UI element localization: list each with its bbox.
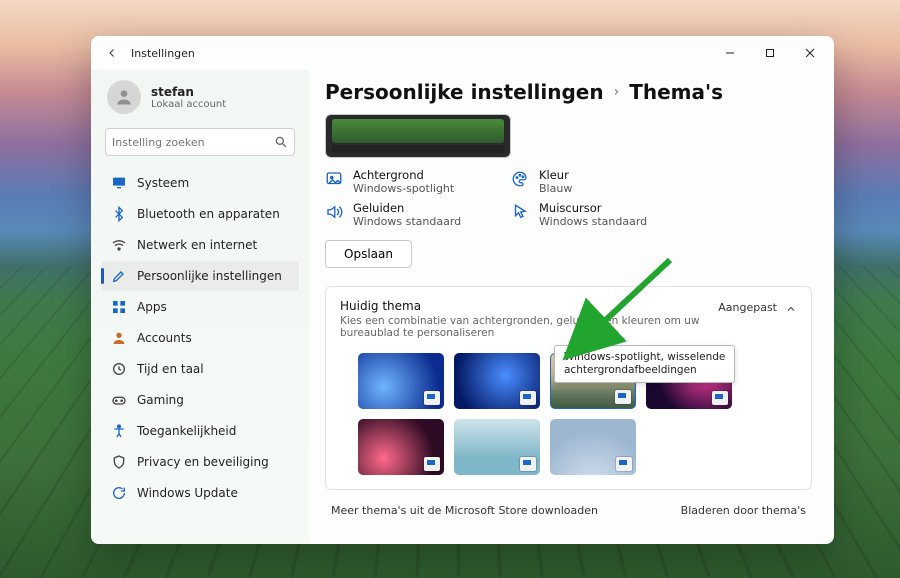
prop-cursor[interactable]: MuiscursorWindows standaard bbox=[511, 201, 671, 228]
avatar bbox=[107, 80, 141, 114]
current-theme-section: Huidig thema Kies een combinatie van ach… bbox=[325, 286, 812, 490]
account-name: stefan bbox=[151, 85, 226, 99]
brush-icon bbox=[111, 268, 127, 284]
bluetooth-icon bbox=[111, 206, 127, 222]
theme-properties: AchtergrondWindows-spotlight KleurBlauw … bbox=[325, 168, 812, 228]
clock-icon bbox=[111, 361, 127, 377]
palette-icon bbox=[511, 170, 529, 188]
section-title: Huidig thema bbox=[340, 299, 718, 313]
account-block[interactable]: stefan Lokaal account bbox=[101, 76, 299, 124]
theme-thumb[interactable] bbox=[454, 419, 540, 475]
sound-icon bbox=[325, 203, 343, 221]
theme-thumb[interactable] bbox=[550, 419, 636, 475]
picture-icon bbox=[325, 170, 343, 188]
sidebar: stefan Lokaal account Systeem Bluetooth … bbox=[91, 70, 309, 544]
main-content: Persoonlijke instellingen › Thema's Acht… bbox=[309, 70, 834, 544]
prop-background[interactable]: AchtergrondWindows-spotlight bbox=[325, 168, 485, 195]
sidebar-item-label: Gaming bbox=[137, 393, 184, 407]
monitor-icon bbox=[111, 175, 127, 191]
sidebar-item-privacy[interactable]: Privacy en beveiliging bbox=[101, 447, 299, 477]
update-icon bbox=[111, 485, 127, 501]
search-input[interactable] bbox=[112, 136, 274, 149]
sidebar-item-label: Bluetooth en apparaten bbox=[137, 207, 280, 221]
shield-icon bbox=[111, 454, 127, 470]
sidebar-item-accounts[interactable]: Accounts bbox=[101, 323, 299, 353]
nav-list: Systeem Bluetooth en apparaten Netwerk e… bbox=[101, 168, 299, 508]
theme-thumbnails: Windows-spotlight, wisselende achtergron… bbox=[358, 353, 797, 475]
maximize-button[interactable] bbox=[750, 38, 790, 68]
sidebar-item-label: Persoonlijke instellingen bbox=[137, 269, 282, 283]
crumb-page: Thema's bbox=[629, 80, 723, 104]
wifi-icon bbox=[111, 237, 127, 253]
theme-thumb[interactable] bbox=[358, 419, 444, 475]
chevron-right-icon: › bbox=[614, 84, 620, 100]
account-sub: Lokaal account bbox=[151, 99, 226, 110]
section-status: Aangepast bbox=[718, 301, 777, 314]
minimize-button[interactable] bbox=[710, 38, 750, 68]
gaming-icon bbox=[111, 392, 127, 408]
theme-thumb[interactable] bbox=[358, 353, 444, 409]
sidebar-item-label: Netwerk en internet bbox=[137, 238, 257, 252]
sidebar-item-bluetooth[interactable]: Bluetooth en apparaten bbox=[101, 199, 299, 229]
sidebar-item-accessibility[interactable]: Toegankelijkheid bbox=[101, 416, 299, 446]
settings-window: Instellingen stefan Lokaal account bbox=[91, 36, 834, 544]
crumb-parent[interactable]: Persoonlijke instellingen bbox=[325, 80, 604, 104]
sidebar-item-label: Accounts bbox=[137, 331, 192, 345]
prop-color[interactable]: KleurBlauw bbox=[511, 168, 671, 195]
save-button[interactable]: Opslaan bbox=[325, 240, 412, 268]
search-box[interactable] bbox=[105, 128, 295, 156]
sidebar-item-label: Toegankelijkheid bbox=[137, 424, 236, 438]
sidebar-item-time-language[interactable]: Tijd en taal bbox=[101, 354, 299, 384]
chevron-up-icon[interactable] bbox=[785, 303, 797, 315]
browse-themes-link[interactable]: Bladeren door thema's bbox=[681, 504, 806, 517]
more-themes-link[interactable]: Meer thema's uit de Microsoft Store down… bbox=[331, 504, 598, 517]
sidebar-item-system[interactable]: Systeem bbox=[101, 168, 299, 198]
sidebar-item-network[interactable]: Netwerk en internet bbox=[101, 230, 299, 260]
sidebar-item-windows-update[interactable]: Windows Update bbox=[101, 478, 299, 508]
sidebar-item-label: Privacy en beveiliging bbox=[137, 455, 269, 469]
app-title: Instellingen bbox=[131, 47, 195, 60]
sidebar-item-personalization[interactable]: Persoonlijke instellingen bbox=[101, 261, 299, 291]
section-desc: Kies een combinatie van achtergronden, g… bbox=[340, 315, 718, 339]
prop-sounds[interactable]: GeluidenWindows standaard bbox=[325, 201, 485, 228]
person-icon bbox=[111, 330, 127, 346]
footer-links: Meer thema's uit de Microsoft Store down… bbox=[325, 504, 812, 517]
back-button[interactable] bbox=[101, 42, 123, 64]
accessibility-icon bbox=[111, 423, 127, 439]
sidebar-item-gaming[interactable]: Gaming bbox=[101, 385, 299, 415]
titlebar: Instellingen bbox=[91, 36, 834, 70]
sidebar-item-label: Systeem bbox=[137, 176, 189, 190]
theme-preview bbox=[325, 114, 511, 158]
cursor-icon bbox=[511, 203, 529, 221]
sidebar-item-label: Apps bbox=[137, 300, 167, 314]
apps-icon bbox=[111, 299, 127, 315]
close-button[interactable] bbox=[790, 38, 830, 68]
tooltip: Windows-spotlight, wisselende achtergron… bbox=[554, 345, 735, 383]
search-icon bbox=[274, 135, 288, 149]
sidebar-item-apps[interactable]: Apps bbox=[101, 292, 299, 322]
sidebar-item-label: Windows Update bbox=[137, 486, 238, 500]
theme-thumb[interactable] bbox=[454, 353, 540, 409]
breadcrumb: Persoonlijke instellingen › Thema's bbox=[325, 80, 812, 104]
sidebar-item-label: Tijd en taal bbox=[137, 362, 204, 376]
